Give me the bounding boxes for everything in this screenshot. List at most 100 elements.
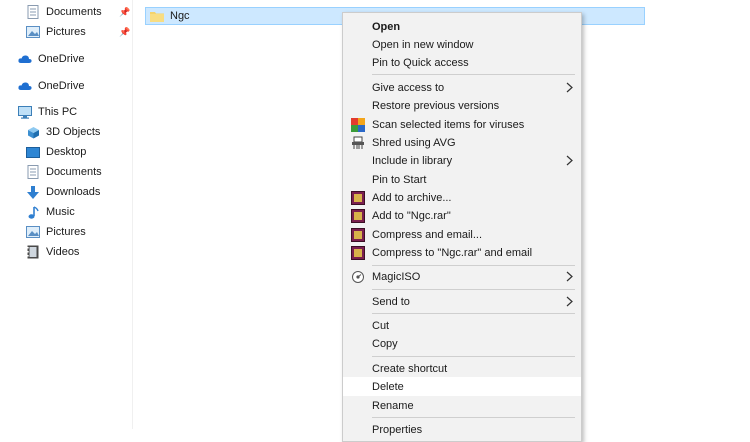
menu-item-label: Give access to bbox=[372, 81, 445, 94]
music-icon bbox=[26, 205, 40, 219]
chevron-right-icon bbox=[566, 82, 573, 93]
menu-item-label: Copy bbox=[372, 337, 398, 350]
context-menu: Open Open in new window Pin to Quick acc… bbox=[342, 12, 582, 442]
menu-separator bbox=[372, 265, 575, 266]
menu-item-label: Compress and email... bbox=[372, 228, 483, 241]
3d-objects-icon bbox=[26, 125, 40, 139]
menu-item-label: Cut bbox=[372, 319, 390, 332]
nav-item-onedrive-2[interactable]: OneDrive bbox=[18, 76, 84, 96]
pictures-icon bbox=[26, 25, 40, 39]
nav-item-pictures[interactable]: Pictures bbox=[26, 222, 86, 242]
nav-item-label: Videos bbox=[46, 246, 80, 258]
magiciso-icon bbox=[352, 270, 364, 283]
menu-item-delete[interactable]: Delete bbox=[343, 377, 581, 396]
winrar-icon bbox=[351, 190, 365, 205]
nav-item-this-pc[interactable]: This PC bbox=[18, 102, 77, 122]
menu-item-properties[interactable]: Properties bbox=[343, 420, 581, 439]
nav-item-label: 3D Objects bbox=[46, 126, 101, 138]
nav-item-music[interactable]: Music bbox=[26, 202, 75, 222]
menu-item-include-library[interactable]: Include in library bbox=[343, 151, 581, 170]
menu-item-label: Open bbox=[372, 20, 401, 33]
menu-item-label: Rename bbox=[372, 399, 414, 412]
menu-item-label: MagicISO bbox=[372, 270, 421, 283]
menu-item-send-to[interactable]: Send to bbox=[343, 292, 581, 311]
chevron-right-icon bbox=[566, 155, 573, 166]
menu-item-restore-versions[interactable]: Restore previous versions bbox=[343, 96, 581, 115]
menu-item-open-new-window[interactable]: Open in new window bbox=[343, 35, 581, 54]
desktop-icon bbox=[26, 145, 40, 159]
nav-item-label: OneDrive bbox=[38, 53, 85, 65]
pictures-icon bbox=[26, 225, 40, 239]
chevron-right-icon bbox=[566, 296, 573, 307]
winrar-icon bbox=[351, 245, 365, 260]
nav-item-label: This PC bbox=[38, 106, 78, 118]
menu-item-compress-ngc-email[interactable]: Compress to "Ngc.rar" and email bbox=[343, 243, 581, 262]
menu-item-label: Shred using AVG bbox=[372, 136, 456, 149]
onedrive-icon bbox=[18, 52, 32, 66]
pin-icon: 📌 bbox=[119, 27, 131, 37]
menu-separator bbox=[372, 313, 575, 314]
menu-item-label: Add to "Ngc.rar" bbox=[372, 209, 451, 222]
menu-item-label: Include in library bbox=[372, 154, 453, 167]
menu-item-compress-email[interactable]: Compress and email... bbox=[343, 225, 581, 244]
chevron-right-icon bbox=[566, 271, 573, 282]
menu-separator bbox=[372, 74, 575, 75]
menu-item-label: Send to bbox=[372, 295, 410, 308]
menu-item-label: Pin to Quick access bbox=[372, 56, 469, 69]
menu-item-give-access[interactable]: Give access to bbox=[343, 78, 581, 97]
documents-icon bbox=[26, 165, 40, 179]
onedrive-icon bbox=[18, 79, 32, 93]
documents-icon bbox=[26, 5, 40, 19]
winrar-icon bbox=[351, 227, 365, 242]
menu-item-label: Add to archive... bbox=[372, 191, 452, 204]
nav-item-label: Desktop bbox=[46, 146, 87, 158]
menu-item-magiciso[interactable]: MagicISO bbox=[343, 267, 581, 286]
nav-item-onedrive[interactable]: OneDrive bbox=[18, 49, 84, 69]
nav-item-label: Documents bbox=[46, 166, 102, 178]
nav-item-desktop[interactable]: Desktop bbox=[26, 142, 86, 162]
avg-scan-icon bbox=[351, 117, 365, 132]
shredder-icon bbox=[352, 136, 364, 149]
menu-separator bbox=[372, 417, 575, 418]
menu-item-add-ngc-rar[interactable]: Add to "Ngc.rar" bbox=[343, 206, 581, 225]
nav-item-documents-quick[interactable]: Documents bbox=[26, 2, 102, 22]
file-item-label: Ngc bbox=[170, 10, 190, 22]
menu-item-shred-avg[interactable]: Shred using AVG bbox=[343, 133, 581, 152]
nav-item-label: Downloads bbox=[46, 186, 101, 198]
menu-separator bbox=[372, 289, 575, 290]
nav-item-label: Music bbox=[46, 206, 75, 218]
menu-item-label: Open in new window bbox=[372, 38, 474, 51]
menu-item-cut[interactable]: Cut bbox=[343, 316, 581, 335]
menu-item-pin-start[interactable]: Pin to Start bbox=[343, 170, 581, 189]
nav-item-videos[interactable]: Videos bbox=[26, 242, 79, 262]
this-pc-icon bbox=[18, 105, 32, 119]
folder-icon bbox=[150, 11, 164, 22]
nav-item-label: Pictures bbox=[46, 26, 86, 38]
menu-item-label: Properties bbox=[372, 423, 423, 436]
menu-item-rename[interactable]: Rename bbox=[343, 396, 581, 415]
menu-item-create-shortcut[interactable]: Create shortcut bbox=[343, 359, 581, 378]
menu-item-add-archive[interactable]: Add to archive... bbox=[343, 188, 581, 207]
pin-icon: 📌 bbox=[119, 7, 131, 17]
nav-item-label: Pictures bbox=[46, 226, 86, 238]
menu-item-label: Pin to Start bbox=[372, 173, 427, 186]
videos-icon bbox=[26, 245, 40, 259]
menu-item-copy[interactable]: Copy bbox=[343, 334, 581, 353]
nav-item-pictures-quick[interactable]: Pictures bbox=[26, 22, 86, 42]
menu-item-open[interactable]: Open bbox=[343, 17, 581, 36]
menu-separator bbox=[372, 356, 575, 357]
nav-item-label: OneDrive bbox=[38, 80, 85, 92]
menu-item-pin-quick-access[interactable]: Pin to Quick access bbox=[343, 53, 581, 72]
menu-item-label: Delete bbox=[372, 380, 404, 393]
downloads-icon bbox=[26, 185, 40, 199]
navigation-pane: Documents 📌 Pictures 📌 OneDrive OneDrive… bbox=[0, 0, 133, 429]
nav-item-documents[interactable]: Documents bbox=[26, 162, 102, 182]
nav-item-downloads[interactable]: Downloads bbox=[26, 182, 100, 202]
nav-item-label: Documents bbox=[46, 6, 102, 18]
menu-item-label: Create shortcut bbox=[372, 362, 448, 375]
nav-item-3d-objects[interactable]: 3D Objects bbox=[26, 122, 100, 142]
menu-item-label: Restore previous versions bbox=[372, 99, 500, 112]
menu-item-label: Scan selected items for viruses bbox=[372, 118, 525, 131]
menu-item-label: Compress to "Ngc.rar" and email bbox=[372, 246, 533, 259]
menu-item-scan-viruses[interactable]: Scan selected items for viruses bbox=[343, 115, 581, 134]
